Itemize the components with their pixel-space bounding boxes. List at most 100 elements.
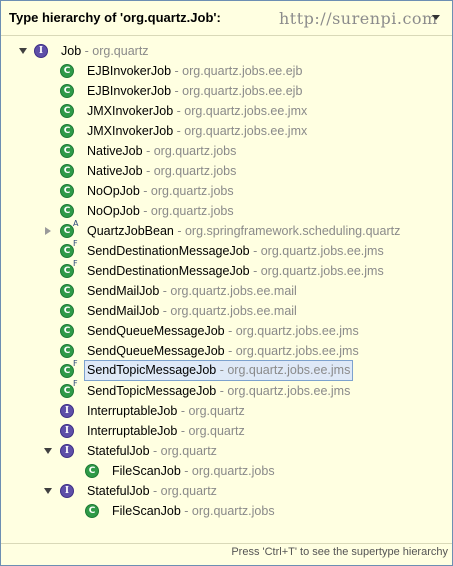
type-name: SendQueueMessageJob (87, 344, 225, 358)
tree-item[interactable]: C SendQueueMessageJob - org.quartz.jobs.e… (1, 321, 452, 341)
interface-icon: I (60, 404, 74, 418)
package-name: - org.springframework.scheduling.quartz (173, 224, 401, 238)
watermark-text: http://surenpi.com (279, 9, 438, 28)
package-name: - org.quartz (149, 484, 217, 498)
view-menu-button[interactable] (429, 11, 443, 23)
tree-item[interactable]: C FileScanJob - org.quartz.jobs (1, 461, 452, 481)
package-name: - org.quartz.jobs.ee.mail (159, 284, 297, 298)
tree-item[interactable]: I InterruptableJob - org.quartz (1, 401, 452, 421)
package-name: - org.quartz.jobs (180, 504, 275, 518)
class-icon: C (60, 84, 74, 98)
tree-item[interactable]: C NoOpJob - org.quartz.jobs (1, 181, 452, 201)
tree-item[interactable]: C F SendTopicMessageJob - org.quartz.jobs.… (1, 379, 452, 401)
type-name: SendTopicMessageJob (87, 384, 217, 398)
interface-icon: I (60, 444, 74, 458)
tree-item[interactable]: C JMXInvokerJob - org.quartz.jobs.ee.jmx (1, 121, 452, 141)
type-name: StatefulJob (87, 484, 150, 498)
class-icon: C (60, 64, 74, 78)
package-name: - org.quartz (149, 444, 217, 458)
tree-item[interactable]: I Job - org.quartz (1, 41, 452, 61)
type-name: SendDestinationMessageJob (87, 264, 250, 278)
final-modifier-icon: F (73, 239, 78, 248)
status-hint: Press 'Ctrl+T' to see the supertype hier… (231, 546, 448, 558)
interface-icon: I (60, 484, 74, 498)
class-icon: C (60, 204, 74, 218)
tree-item-label: InterruptableJob - org.quartz (87, 401, 245, 421)
tree-item-label: FileScanJob - org.quartz.jobs (112, 501, 275, 521)
expand-arrow-open-icon[interactable] (43, 486, 53, 496)
package-name: - org.quartz.jobs.ee.jms (224, 324, 359, 338)
package-name: - org.quartz.jobs.ee.jms (249, 264, 384, 278)
interface-icon: I (34, 44, 48, 58)
package-name: - org.quartz.jobs.ee.jms (249, 244, 384, 258)
tree-item-label: SendMailJob - org.quartz.jobs.ee.mail (87, 301, 297, 321)
package-name: - org.quartz.jobs.ee.jms (216, 384, 351, 398)
package-name: - org.quartz.jobs.ee.jmx (173, 124, 308, 138)
tree-item[interactable]: I InterruptableJob - org.quartz (1, 421, 452, 441)
expand-arrow-open-icon[interactable] (18, 46, 28, 56)
type-name: NativeJob (87, 144, 143, 158)
tree-item[interactable]: C F SendTopicMessageJob - org.quartz.jobs.… (1, 359, 452, 381)
class-icon: C (85, 504, 99, 518)
tree-item-label: QuartzJobBean - org.springframework.sche… (87, 221, 400, 241)
tree-item[interactable]: C F SendDestinationMessageJob - org.quartz… (1, 259, 452, 281)
tree-item-label: EJBInvokerJob - org.quartz.jobs.ee.ejb (87, 61, 302, 81)
tree-item-label: NativeJob - org.quartz.jobs (87, 161, 236, 181)
type-name: InterruptableJob (87, 404, 178, 418)
package-name: - org.quartz.jobs.ee.jms (216, 363, 351, 377)
package-name: - org.quartz.jobs.ee.jms (224, 344, 359, 358)
tree-item[interactable]: C A QuartzJobBean - org.springframework.sc… (1, 219, 452, 241)
tree-item[interactable]: C EJBInvokerJob - org.quartz.jobs.ee.ejb (1, 61, 452, 81)
type-name: StatefulJob (87, 444, 150, 458)
tree-item[interactable]: C SendMailJob - org.quartz.jobs.ee.mail (1, 281, 452, 301)
type-name: FileScanJob (112, 504, 181, 518)
tree-item[interactable]: I StatefulJob - org.quartz (1, 441, 452, 461)
type-name: SendDestinationMessageJob (87, 244, 250, 258)
popup-title: Type hierarchy of 'org.quartz.Job': (9, 10, 221, 25)
tree-item-label: StatefulJob - org.quartz (87, 481, 217, 501)
class-icon: C (60, 244, 74, 258)
type-name: JMXInvokerJob (87, 124, 174, 138)
tree-item[interactable]: I StatefulJob - org.quartz (1, 481, 452, 501)
tree-item[interactable]: C NoOpJob - org.quartz.jobs (1, 201, 452, 221)
package-name: - org.quartz.jobs.ee.mail (159, 304, 297, 318)
tree-item-label: NoOpJob - org.quartz.jobs (87, 201, 234, 221)
type-hierarchy-popup: Type hierarchy of 'org.quartz.Job': http… (0, 0, 453, 566)
type-name: FileScanJob (112, 464, 181, 478)
class-icon: C (60, 104, 74, 118)
tree-item-label: SendDestinationMessageJob - org.quartz.j… (87, 241, 384, 261)
type-name: QuartzJobBean (87, 224, 174, 238)
expand-arrow-closed-icon[interactable] (43, 226, 53, 236)
hierarchy-tree[interactable]: I Job - org.quartz C EJBInvokerJob - org.qu… (1, 41, 452, 539)
class-icon: C (60, 284, 74, 298)
final-modifier-icon: F (73, 259, 78, 268)
expand-arrow-open-icon[interactable] (43, 446, 53, 456)
tree-item-label: InterruptableJob - org.quartz (87, 421, 245, 441)
tree-item[interactable]: C F SendDestinationMessageJob - org.quartz… (1, 239, 452, 261)
tree-item-label: NoOpJob - org.quartz.jobs (87, 181, 234, 201)
tree-item[interactable]: C JMXInvokerJob - org.quartz.jobs.ee.jmx (1, 101, 452, 121)
final-modifier-icon: F (73, 379, 78, 388)
tree-item-label: SendTopicMessageJob - org.quartz.jobs.ee… (87, 381, 350, 401)
tree-item-label: SendQueueMessageJob - org.quartz.jobs.ee… (87, 321, 359, 341)
tree-item-label: SendTopicMessageJob - org.quartz.jobs.ee… (84, 360, 354, 381)
type-name: SendMailJob (87, 284, 160, 298)
tree-item[interactable]: C SendMailJob - org.quartz.jobs.ee.mail (1, 301, 452, 321)
type-name: SendTopicMessageJob (87, 363, 217, 377)
abstract-modifier-icon: A (73, 219, 79, 228)
type-name: EJBInvokerJob (87, 64, 172, 78)
type-name: NoOpJob (87, 184, 140, 198)
class-icon: C (60, 224, 74, 238)
package-name: - org.quartz.jobs (139, 184, 234, 198)
tree-item[interactable]: C NativeJob - org.quartz.jobs (1, 141, 452, 161)
tree-item[interactable]: C FileScanJob - org.quartz.jobs (1, 501, 452, 521)
tree-item[interactable]: C NativeJob - org.quartz.jobs (1, 161, 452, 181)
tree-item-label: JMXInvokerJob - org.quartz.jobs.ee.jmx (87, 121, 307, 141)
tree-item[interactable]: C SendQueueMessageJob - org.quartz.jobs.e… (1, 341, 452, 361)
package-name: - org.quartz.jobs (139, 204, 234, 218)
tree-item[interactable]: C EJBInvokerJob - org.quartz.jobs.ee.ejb (1, 81, 452, 101)
class-icon: C (60, 364, 74, 378)
final-modifier-icon: F (73, 359, 78, 368)
class-icon: C (60, 304, 74, 318)
type-name: SendMailJob (87, 304, 160, 318)
